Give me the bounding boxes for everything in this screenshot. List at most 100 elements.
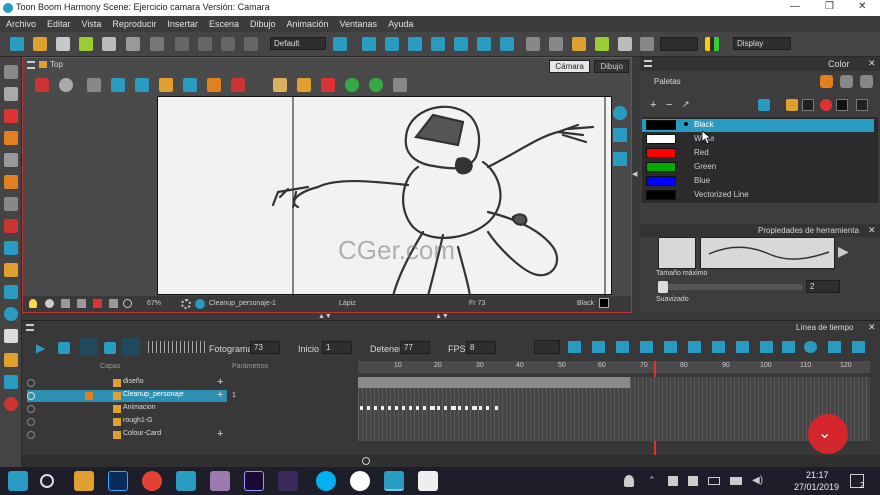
copy-icon[interactable] xyxy=(198,37,212,51)
people-icon[interactable] xyxy=(624,475,634,487)
after-effects-icon[interactable] xyxy=(244,471,264,491)
dropper-tool-icon[interactable] xyxy=(4,263,18,277)
display-select[interactable]: Display xyxy=(733,37,791,50)
tab-dibujo[interactable]: Dibujo xyxy=(594,60,629,73)
exposure-track[interactable] xyxy=(358,377,870,441)
file-explorer-icon[interactable] xyxy=(74,471,94,491)
kf-remove-icon[interactable] xyxy=(640,341,653,353)
workspace-select[interactable]: Default xyxy=(270,37,326,50)
text-tool-icon[interactable] xyxy=(4,153,18,167)
stop-motion-icon[interactable] xyxy=(712,341,725,353)
swatch-icon[interactable] xyxy=(802,99,814,111)
lock-icon[interactable] xyxy=(93,299,102,308)
recolor-icon[interactable] xyxy=(820,99,832,111)
battery-icon[interactable] xyxy=(708,477,720,485)
save-icon[interactable] xyxy=(56,37,70,51)
peg-icon[interactable] xyxy=(477,37,491,51)
spline-icon[interactable] xyxy=(500,37,514,51)
eye-icon[interactable] xyxy=(613,106,627,120)
monitor-icon[interactable] xyxy=(61,299,70,308)
zoom-out-icon[interactable] xyxy=(362,457,370,465)
delete-icon[interactable] xyxy=(244,37,258,51)
composite-icon[interactable] xyxy=(705,37,719,51)
add-key-icon[interactable] xyxy=(760,341,773,353)
rotate-icon[interactable] xyxy=(385,37,399,51)
camera-mask-icon[interactable] xyxy=(135,78,149,92)
undo-icon[interactable] xyxy=(126,37,140,51)
layer-visibility-icon[interactable] xyxy=(27,379,35,387)
color-dropper-icon[interactable] xyxy=(758,99,770,111)
save-as-icon[interactable] xyxy=(79,37,93,51)
loop-icon[interactable] xyxy=(80,338,98,356)
safe-area-icon[interactable] xyxy=(111,78,125,92)
windows-start-icon[interactable] xyxy=(8,471,28,491)
exposure-bar[interactable] xyxy=(358,377,630,388)
palette-mode-icon[interactable] xyxy=(860,75,873,88)
clock-time[interactable]: 21:17 xyxy=(806,470,829,480)
menu-ayuda[interactable]: Ayuda xyxy=(388,19,413,29)
maximize-button[interactable]: ❐ xyxy=(825,1,834,12)
sound-scrub-icon[interactable] xyxy=(122,338,140,356)
scale-select[interactable] xyxy=(660,37,698,51)
stroke-icon[interactable] xyxy=(393,78,407,92)
menu-insertar[interactable]: Insertar xyxy=(167,19,198,29)
cut-icon[interactable] xyxy=(175,37,189,51)
redo-icon[interactable] xyxy=(150,37,164,51)
close-button[interactable]: ✕ xyxy=(858,1,866,12)
split-view-icon[interactable] xyxy=(613,152,627,166)
clock-date[interactable]: 27/01/2019 xyxy=(794,482,839,492)
layer-visibility-icon[interactable] xyxy=(27,431,35,439)
hide-icon[interactable] xyxy=(640,37,654,51)
keyframe-dots[interactable] xyxy=(414,406,510,410)
remove-key-icon[interactable] xyxy=(782,341,795,353)
premiere-icon[interactable] xyxy=(278,471,298,491)
brush-icon[interactable] xyxy=(231,78,245,92)
frame-input[interactable]: 73 xyxy=(250,341,280,354)
layer-visibility-icon[interactable] xyxy=(27,418,35,426)
drawing-pivot-icon[interactable] xyxy=(4,375,18,389)
fit-icon[interactable] xyxy=(109,299,118,308)
color-tab[interactable]: Color xyxy=(828,59,850,69)
search-icon[interactable] xyxy=(40,474,54,488)
contour-editor-icon[interactable] xyxy=(4,87,18,101)
grid-icon[interactable] xyxy=(87,78,101,92)
eyedropper-tool-icon[interactable] xyxy=(4,285,18,299)
scale-icon[interactable] xyxy=(408,37,422,51)
ruler-icon[interactable] xyxy=(852,341,865,353)
max-size-input[interactable]: 2 xyxy=(806,280,840,293)
layer-icon[interactable] xyxy=(345,78,359,92)
max-size-slider[interactable] xyxy=(658,281,803,293)
webex-icon[interactable] xyxy=(350,471,370,491)
collapse-arrow-icon[interactable]: ▲▼ xyxy=(318,313,332,320)
menu-reproducir[interactable]: Reproducir xyxy=(112,19,156,29)
frame-icon[interactable] xyxy=(572,37,586,51)
pencil-tool-icon[interactable] xyxy=(4,131,18,145)
layer-row[interactable]: Animacion xyxy=(27,403,227,415)
anchor-icon[interactable] xyxy=(595,37,609,51)
menu-animacion[interactable]: Animación xyxy=(286,19,328,29)
collapse-arrow-icon[interactable]: ◀ xyxy=(632,170,637,178)
display-icon[interactable] xyxy=(613,128,627,142)
add-icon[interactable]: + xyxy=(217,428,223,440)
remove-color-icon[interactable]: − xyxy=(666,99,672,111)
chevron-up-icon[interactable]: ⌃ xyxy=(648,475,656,486)
open-folder-icon[interactable] xyxy=(33,37,47,51)
fx-icon[interactable] xyxy=(58,342,70,354)
marker-icon[interactable] xyxy=(273,78,287,92)
slider-handle[interactable] xyxy=(658,281,668,293)
photoshop-icon[interactable] xyxy=(108,471,128,491)
animate-icon[interactable] xyxy=(35,78,49,92)
ink-tool-icon[interactable] xyxy=(4,241,18,255)
globe-tool-icon[interactable] xyxy=(4,307,18,321)
workspace-save-icon[interactable] xyxy=(333,37,347,51)
cutter-tool-icon[interactable] xyxy=(4,397,18,411)
paint-icon[interactable] xyxy=(210,471,230,491)
play-icon[interactable]: ▶ xyxy=(36,341,45,355)
panel-menu-icon[interactable] xyxy=(26,324,34,331)
brush-tool-icon[interactable] xyxy=(4,109,18,123)
shape-tool-icon[interactable] xyxy=(4,197,18,211)
motion-icon[interactable] xyxy=(688,341,701,353)
keyframe-icon[interactable] xyxy=(616,341,629,353)
drawing-canvas[interactable]: CGer.com xyxy=(157,96,612,298)
sun-icon[interactable] xyxy=(45,299,54,308)
